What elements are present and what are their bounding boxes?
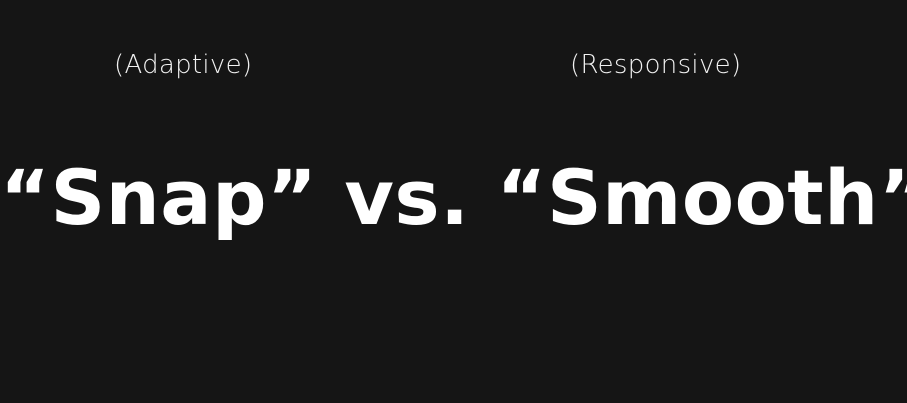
adaptive-label: (Adaptive)	[114, 50, 253, 80]
title-slide: (Adaptive) (Responsive) “Snap” vs. “Smoo…	[0, 0, 907, 403]
headline: “Snap” vs. “Smooth”	[0, 153, 907, 242]
responsive-label: (Responsive)	[570, 50, 742, 80]
